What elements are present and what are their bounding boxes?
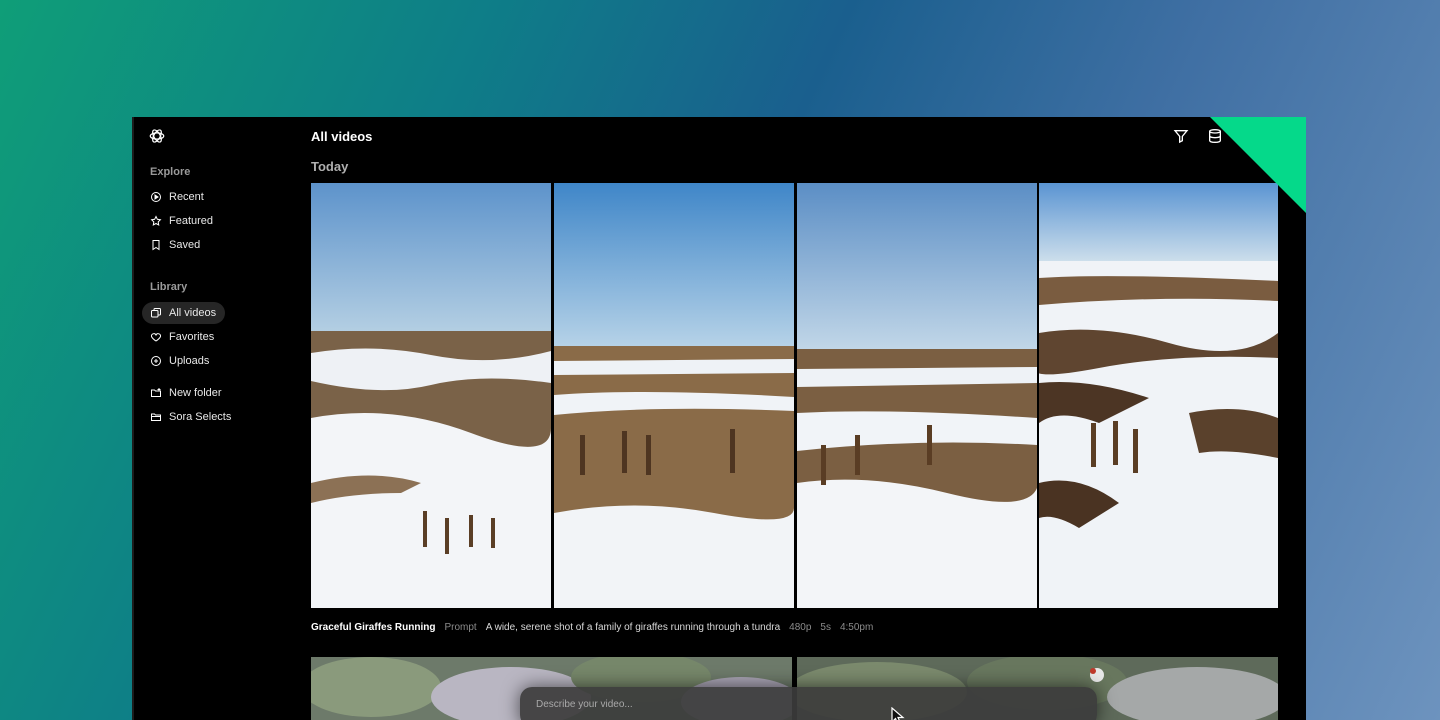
filter-icon[interactable] — [1173, 128, 1189, 144]
sidebar-item-new-folder[interactable]: New folder — [142, 382, 231, 404]
layers-icon — [151, 308, 161, 318]
explore-section-label: Explore — [150, 166, 191, 178]
video-thumbnail[interactable] — [554, 183, 794, 608]
sidebar-item-favorites[interactable]: Favorites — [142, 326, 223, 348]
sidebar-item-label: Sora Selects — [169, 411, 232, 423]
sidebar-item-uploads[interactable]: Uploads — [142, 350, 218, 372]
video-title[interactable]: Graceful Giraffes Running — [311, 622, 435, 633]
sidebar-item-label: Saved — [169, 239, 201, 251]
sidebar-item-all-videos[interactable]: All videos — [142, 302, 226, 324]
sidebar: Explore Recent Featured Saved Library Al… — [132, 117, 302, 720]
sidebar-item-label: Recent — [169, 191, 204, 203]
heart-icon — [151, 333, 161, 342]
plus-circle-icon — [151, 356, 161, 366]
video-resolution: 480p — [789, 622, 812, 633]
video-time: 4:50pm — [839, 622, 874, 633]
sidebar-item-label: Uploads — [169, 355, 210, 367]
sidebar-item-label: New folder — [169, 387, 222, 399]
page-title: All videos — [311, 129, 373, 144]
sidebar-item-label: All videos — [169, 307, 217, 319]
openai-logo-icon[interactable] — [148, 127, 166, 145]
video-prompt-text: A wide, serene shot of a family of giraf… — [485, 622, 781, 633]
video-duration: 5s — [820, 622, 831, 633]
video-thumbnail[interactable] — [1039, 183, 1278, 608]
mouse-cursor-icon — [891, 707, 905, 720]
star-icon — [150, 215, 162, 226]
sidebar-item-label: Favorites — [169, 331, 215, 343]
folder-plus-icon — [151, 388, 161, 397]
folder-icon — [151, 413, 161, 421]
play-circle-icon — [151, 192, 161, 202]
sidebar-item-label: Featured — [169, 215, 214, 227]
bookmark-icon — [152, 240, 160, 251]
app-window: Explore Recent Featured Saved Library Al… — [132, 117, 1306, 720]
sidebar-item-recent[interactable]: Recent — [142, 186, 213, 208]
prompt-bar — [520, 687, 1097, 720]
accent-corner — [1210, 117, 1306, 213]
library-section-label: Library — [150, 281, 188, 293]
video-caption: Graceful Giraffes Running Prompt A wide,… — [311, 622, 873, 633]
sidebar-item-saved[interactable]: Saved — [142, 234, 209, 256]
prompt-label: Prompt — [444, 622, 477, 633]
date-group-heading: Today — [311, 159, 349, 174]
sidebar-item-sora-selects[interactable]: Sora Selects — [142, 406, 240, 428]
sidebar-item-featured[interactable]: Featured — [142, 210, 222, 232]
video-thumbnail[interactable] — [797, 183, 1037, 608]
video-thumbnail[interactable] — [311, 183, 551, 608]
